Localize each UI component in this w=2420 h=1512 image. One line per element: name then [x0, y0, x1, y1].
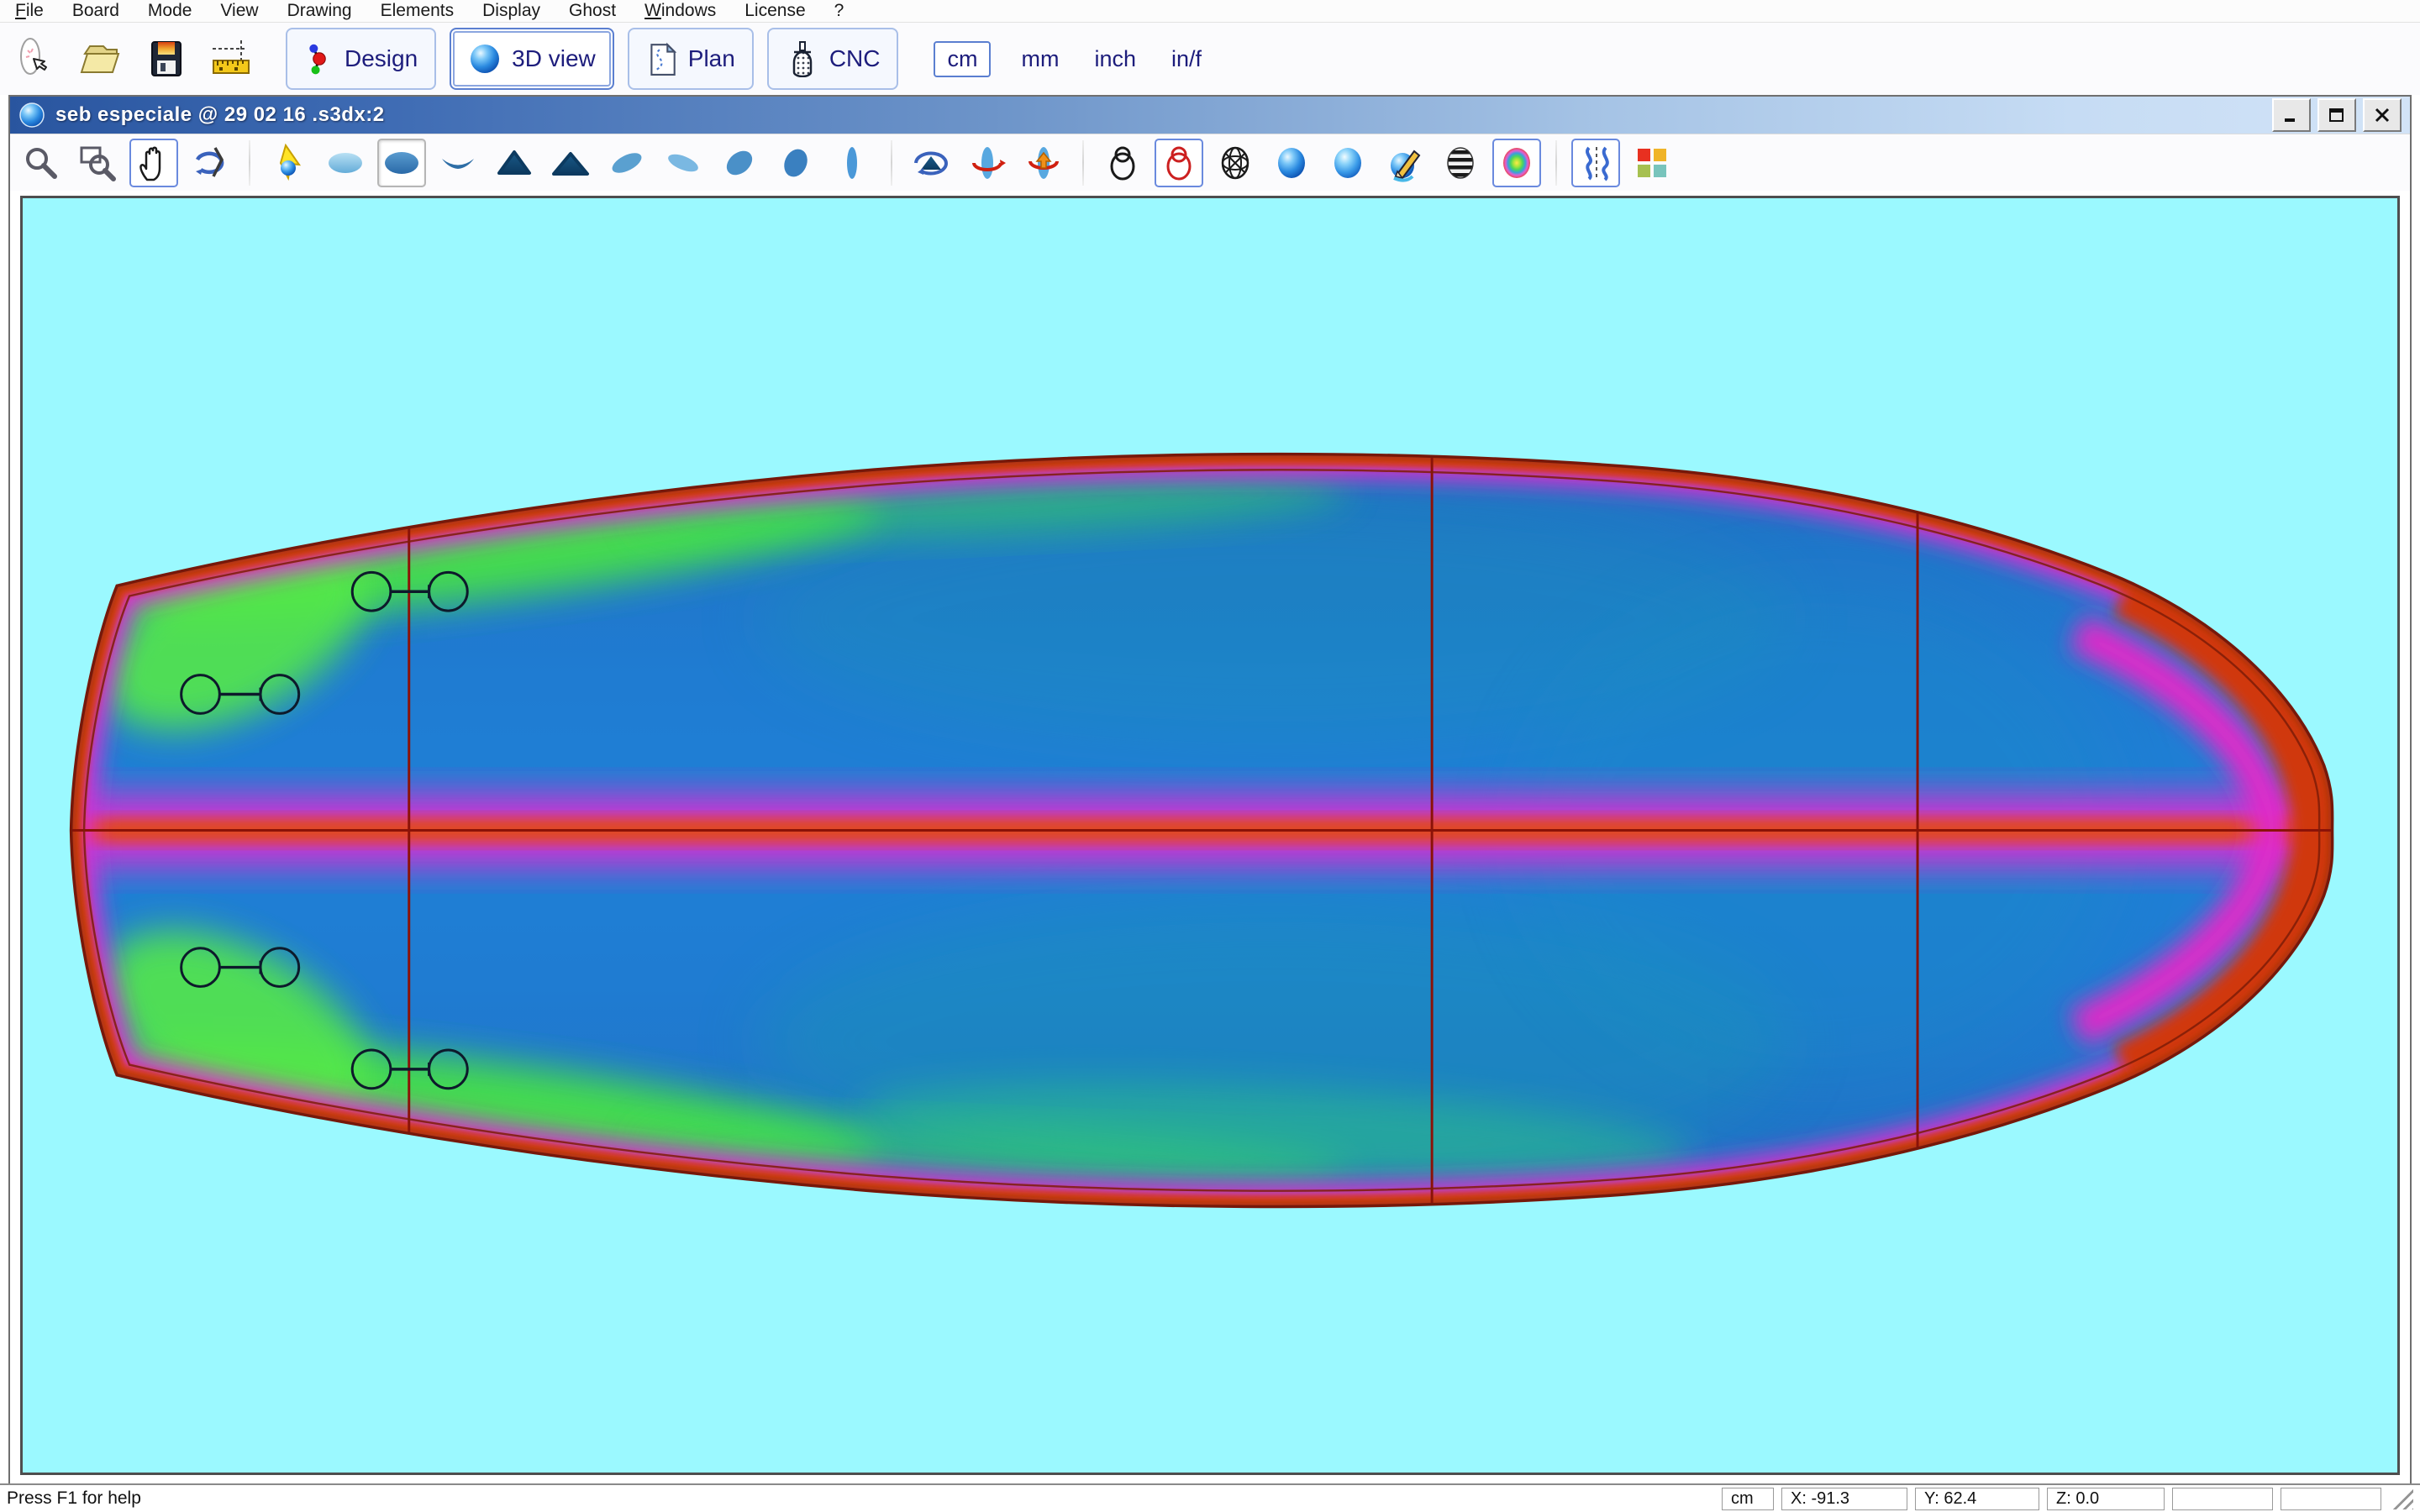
- new-board-icon[interactable]: [8, 31, 60, 87]
- toolbar-separator: [1082, 140, 1084, 186]
- document-titlebar[interactable]: seb especiale @ 29 02 16 .s3dx:2: [10, 97, 2410, 134]
- menu-view[interactable]: View: [206, 1, 272, 21]
- view-toolbar: [10, 134, 2410, 191]
- menu-elements[interactable]: Elements: [366, 1, 469, 21]
- pointer-light-icon[interactable]: [265, 139, 313, 187]
- spin-axis-2-icon[interactable]: [1019, 139, 1068, 187]
- unit-inch[interactable]: inch: [1089, 43, 1141, 76]
- menu-ghost[interactable]: Ghost: [555, 1, 630, 21]
- close-button[interactable]: [2363, 98, 2402, 132]
- view-front-icon[interactable]: [490, 139, 539, 187]
- render-solid-icon[interactable]: [1267, 139, 1316, 187]
- view-iso-3-icon[interactable]: [715, 139, 764, 187]
- color-squares-icon[interactable]: [1628, 139, 1676, 187]
- view-back-icon[interactable]: [546, 139, 595, 187]
- resize-grip[interactable]: [2390, 1488, 2413, 1509]
- view-iso-4-icon[interactable]: [771, 139, 820, 187]
- design-mode-label: Design: [345, 45, 418, 72]
- surfboard-plan-view: [23, 198, 2397, 1473]
- open-file-icon[interactable]: [74, 31, 126, 87]
- wireframe-icon[interactable]: [1211, 139, 1260, 187]
- plan-mode-button[interactable]: Plan: [628, 28, 754, 90]
- cnc-mode-label: CNC: [829, 45, 881, 72]
- status-empty-field: [2172, 1488, 2273, 1510]
- design-icon: [304, 42, 334, 76]
- 3d-view-icon: [468, 42, 502, 76]
- menu-bar: File Board Mode View Drawing Elements Di…: [0, 0, 2420, 23]
- zoom-window-icon[interactable]: [73, 139, 122, 187]
- design-canvas[interactable]: [20, 196, 2400, 1475]
- pan-hand-icon[interactable]: [129, 139, 178, 187]
- menu-license[interactable]: License: [730, 1, 819, 21]
- status-help-text: Press F1 for help: [7, 1488, 1714, 1509]
- view-side-icon[interactable]: [828, 139, 876, 187]
- status-bar: Press F1 for help cm X: -91.3 Y: 62.4 Z:…: [0, 1483, 2420, 1512]
- asymmetry-icon[interactable]: [1571, 139, 1620, 187]
- cnc-mode-button[interactable]: CNC: [767, 28, 899, 90]
- canvas-margin: [10, 191, 2410, 1483]
- dimensions-ruler-icon[interactable]: [205, 31, 257, 87]
- document-icon: [18, 102, 45, 129]
- 3d-view-mode-button[interactable]: 3D view: [450, 28, 614, 90]
- spin-axis-1-icon[interactable]: [963, 139, 1012, 187]
- board-document-window: seb especiale @ 29 02 16 .s3dx:2: [8, 95, 2412, 1483]
- status-x-coordinate: X: -91.3: [1781, 1488, 1907, 1510]
- menu-display[interactable]: Display: [468, 1, 555, 21]
- status-empty-field: [2281, 1488, 2381, 1510]
- window-controls: [2272, 98, 2402, 132]
- unit-selector: cm mm inch in/f: [934, 41, 1207, 77]
- view-top-icon[interactable]: [321, 139, 370, 187]
- save-file-icon[interactable]: [139, 31, 192, 87]
- menu-help[interactable]: ?: [820, 1, 859, 21]
- menu-drawing[interactable]: Drawing: [273, 1, 366, 21]
- 3d-view-mode-label: 3D view: [512, 45, 596, 72]
- main-toolbar: Design 3D view Plan CNC cm mm inch in/f: [0, 23, 2420, 95]
- unit-cm[interactable]: cm: [934, 41, 991, 77]
- view-rocker-icon[interactable]: [434, 139, 482, 187]
- toolbar-separator: [249, 140, 250, 186]
- status-z-coordinate: Z: 0.0: [2047, 1488, 2165, 1510]
- status-y-coordinate: Y: 62.4: [1915, 1488, 2039, 1510]
- cnc-icon: [786, 40, 819, 77]
- rotate-3d-icon[interactable]: [907, 139, 955, 187]
- view-iso-2-icon[interactable]: [659, 139, 708, 187]
- unit-mm[interactable]: mm: [1016, 43, 1064, 76]
- sanding-tool-icon[interactable]: [1380, 139, 1428, 187]
- slices-colored-icon[interactable]: [1155, 139, 1203, 187]
- status-unit: cm: [1722, 1488, 1774, 1510]
- menu-file[interactable]: File: [12, 1, 58, 21]
- document-title: seb especiale @ 29 02 16 .s3dx:2: [55, 103, 385, 127]
- menu-board[interactable]: Board: [58, 1, 134, 21]
- design-mode-button[interactable]: Design: [286, 28, 436, 90]
- toolbar-separator: [1555, 140, 1557, 186]
- rotate-view-icon[interactable]: [186, 139, 234, 187]
- zebra-stripes-icon[interactable]: [1436, 139, 1485, 187]
- slices-plain-icon[interactable]: [1098, 139, 1147, 187]
- minimize-button[interactable]: [2272, 98, 2311, 132]
- menu-windows[interactable]: Windows: [630, 1, 730, 21]
- plan-icon: [646, 41, 678, 76]
- view-iso-1-icon[interactable]: [602, 139, 651, 187]
- curvature-map-icon[interactable]: [1492, 139, 1541, 187]
- menu-mode[interactable]: Mode: [134, 1, 207, 21]
- plan-mode-label: Plan: [688, 45, 735, 72]
- zoom-in-icon[interactable]: [17, 139, 66, 187]
- view-outline-icon[interactable]: [377, 139, 426, 187]
- render-bright-icon[interactable]: [1323, 139, 1372, 187]
- unit-inf[interactable]: in/f: [1166, 43, 1207, 76]
- toolbar-separator: [891, 140, 892, 186]
- maximize-button[interactable]: [2317, 98, 2356, 132]
